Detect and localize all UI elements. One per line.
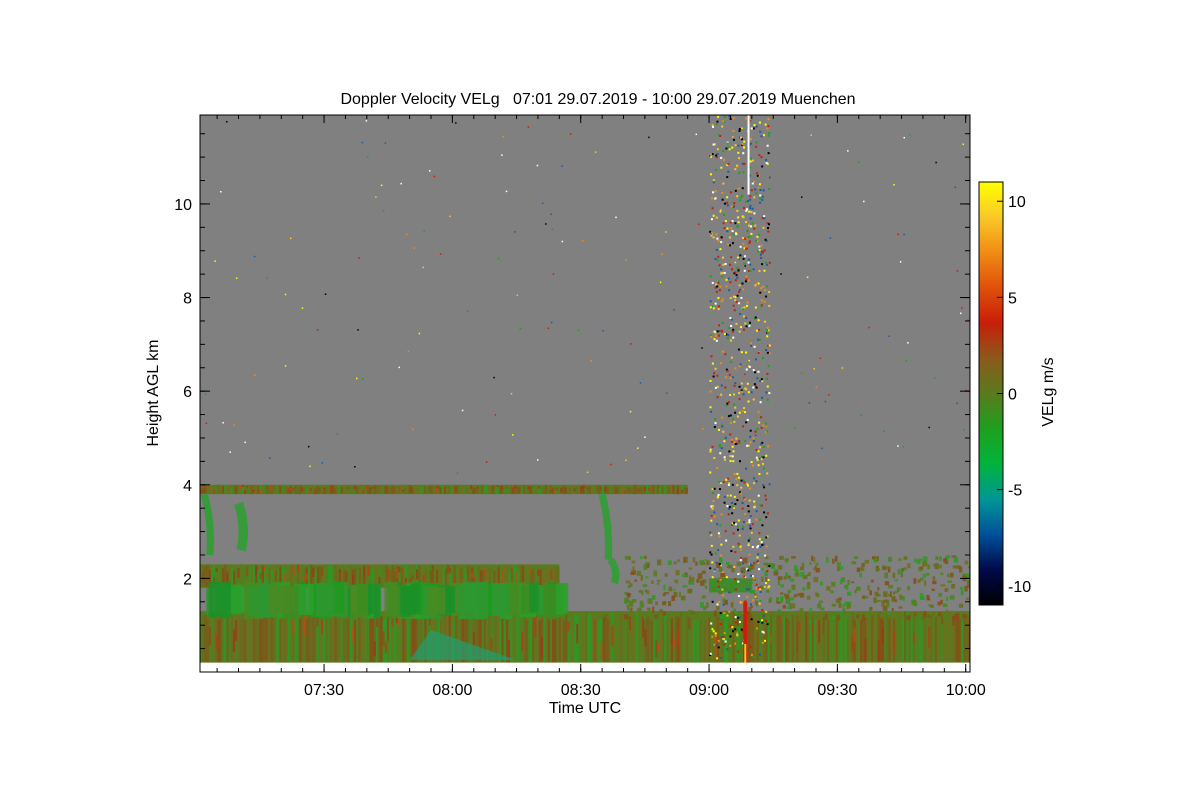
- x-axis-label: Time UTC: [549, 700, 621, 717]
- y-tick-label: 4: [183, 478, 192, 495]
- velocity-chart: Doppler Velocity VELg 07:01 29.07.2019 -…: [145, 91, 1057, 717]
- y-tick-label: 2: [183, 571, 192, 588]
- x-tick-label: 09:30: [817, 682, 857, 699]
- feature-upper-cloud-layer: [200, 484, 688, 495]
- colorbar-tick-label: 5: [1008, 290, 1017, 307]
- colorbar-tick-label: -5: [1008, 483, 1022, 500]
- x-tick-label: 08:30: [561, 682, 601, 699]
- blind-zone: [200, 662, 970, 672]
- x-tick-label: 09:00: [689, 682, 729, 699]
- y-axis-label: Height AGL km: [145, 339, 162, 446]
- feature-precipitation-streak: [743, 601, 748, 672]
- x-tick-label: 07:30: [304, 682, 344, 699]
- y-tick-label: 8: [183, 291, 192, 308]
- x-tick-label: 10:00: [946, 682, 986, 699]
- colorbar-tick-label: 10: [1008, 194, 1026, 211]
- x-tick-label: 08:00: [432, 682, 472, 699]
- colorbar-tick-label: 0: [1008, 387, 1017, 404]
- chart-title: Doppler Velocity VELg 07:01 29.07.2019 -…: [340, 91, 855, 108]
- y-tick-label: 10: [174, 197, 192, 214]
- y-tick-label: 6: [183, 384, 192, 401]
- colorbar-tick-label: -10: [1008, 579, 1031, 596]
- colorbar-label: VELg m/s: [1040, 357, 1057, 426]
- feature-lower-fill: [206, 581, 569, 620]
